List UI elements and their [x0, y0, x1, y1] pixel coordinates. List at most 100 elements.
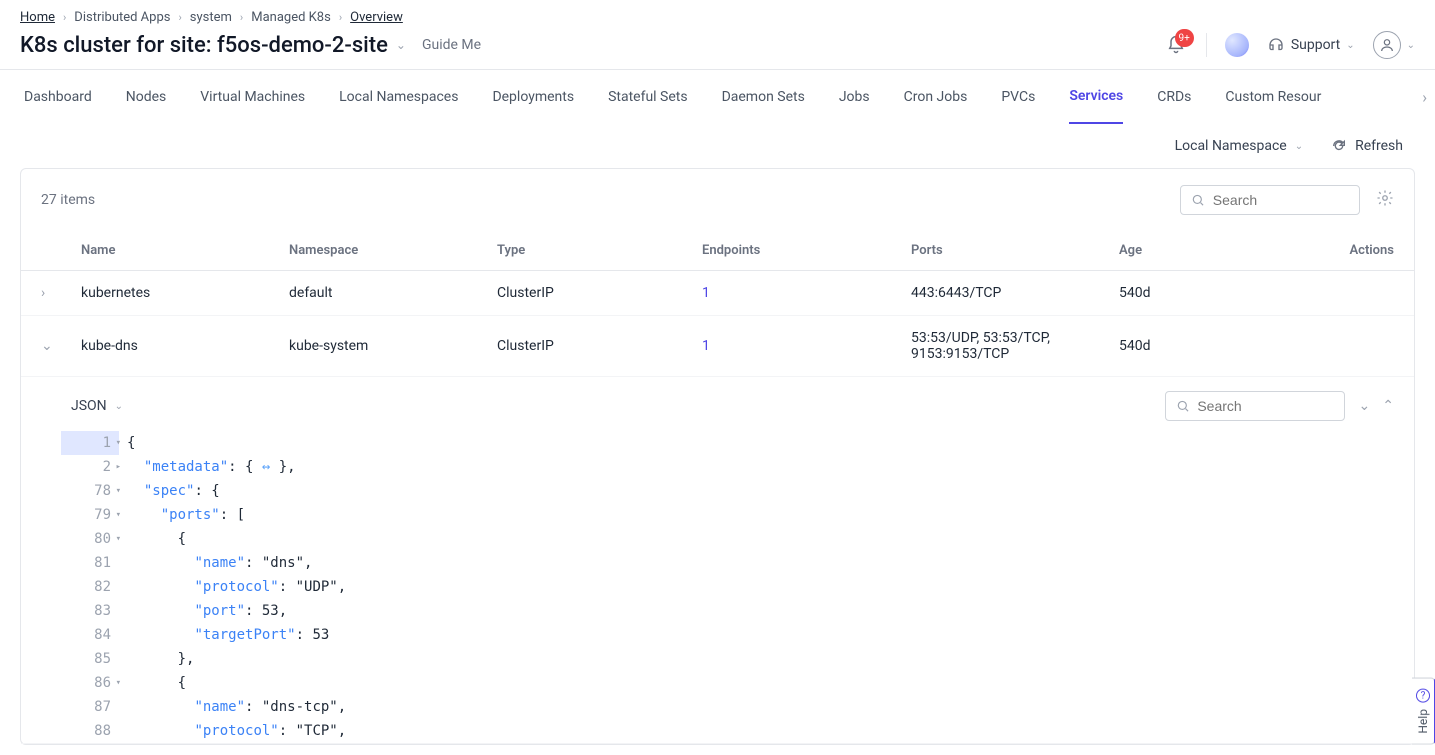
refresh-button[interactable]: Refresh	[1331, 138, 1403, 154]
fold-toggle[interactable]: ▾	[116, 503, 121, 527]
breadcrumb-item: system	[190, 10, 232, 25]
notifications-button[interactable]: 9+	[1164, 33, 1188, 57]
user-icon	[1379, 37, 1395, 53]
table-header: Name Namespace Type Endpoints Ports Age …	[21, 231, 1414, 271]
line-number: 81	[61, 551, 119, 575]
line-number: 2▸	[61, 455, 119, 479]
namespace-selector[interactable]: Local Namespace ⌄	[1175, 138, 1304, 154]
breadcrumb-item: Distributed Apps	[74, 10, 170, 25]
code-line: {	[119, 671, 186, 695]
help-label: Help	[1416, 709, 1430, 734]
code-line: "port": 53,	[119, 599, 287, 623]
guide-me-link[interactable]: Guide Me	[422, 37, 481, 53]
support-menu[interactable]: Support ⌄	[1267, 36, 1355, 54]
tab-dashboard[interactable]: Dashboard	[24, 71, 92, 123]
format-label: JSON	[71, 398, 107, 414]
notification-badge: 9+	[1175, 29, 1194, 47]
refresh-icon	[1331, 138, 1347, 154]
code-line: "name": "dns-tcp",	[119, 695, 346, 719]
tab-cron-jobs[interactable]: Cron Jobs	[904, 71, 968, 123]
tab-daemon-sets[interactable]: Daemon Sets	[722, 71, 805, 123]
search-input[interactable]	[1213, 192, 1349, 208]
services-panel: 27 items Name Namespace Type Endpoints P…	[20, 168, 1415, 745]
code-line: "protocol": "TCP",	[119, 719, 346, 743]
cell-age: 540d	[1119, 285, 1314, 301]
fold-toggle[interactable]: ▾	[116, 431, 121, 455]
tab-deployments[interactable]: Deployments	[492, 71, 574, 123]
code-line: "metadata": { ↔ },	[119, 455, 296, 479]
col-ports[interactable]: Ports	[911, 243, 1119, 258]
code-line: {	[119, 527, 186, 551]
breadcrumb-item[interactable]: Home	[20, 10, 55, 25]
detail-search-input[interactable]	[1197, 398, 1333, 414]
code-line: {	[119, 431, 135, 455]
fold-toggle[interactable]: ▾	[116, 671, 121, 695]
page-title[interactable]: K8s cluster for site: f5os-demo-2-site ⌄	[20, 33, 406, 58]
fold-toggle[interactable]: ▸	[116, 455, 121, 479]
cell-age: 540d	[1119, 338, 1314, 354]
refresh-label: Refresh	[1355, 138, 1403, 154]
col-name[interactable]: Name	[81, 243, 289, 258]
col-actions: Actions	[1314, 243, 1394, 258]
avatar	[1373, 31, 1401, 59]
tab-stateful-sets[interactable]: Stateful Sets	[608, 71, 688, 123]
code-line: },	[119, 647, 194, 671]
tab-crds[interactable]: CRDs	[1157, 71, 1191, 123]
chevron-down-icon: ⌄	[115, 401, 123, 412]
user-menu[interactable]: ⌄	[1373, 31, 1415, 59]
table-row: ›kubernetesdefaultClusterIP1443:6443/TCP…	[21, 271, 1414, 316]
endpoints-link[interactable]: 1	[702, 338, 710, 354]
fold-toggle[interactable]: ▾	[116, 479, 121, 503]
detail-search[interactable]	[1165, 391, 1345, 421]
line-number: 78▾	[61, 479, 119, 503]
endpoints-link[interactable]: 1	[702, 285, 710, 301]
breadcrumb: Home›Distributed Apps›system›Managed K8s…	[20, 10, 1415, 25]
tabs: Dashboard Nodes Virtual Machines Local Name…	[0, 69, 1435, 124]
tab-custom-resour[interactable]: Custom Resour	[1225, 71, 1321, 123]
table-settings-button[interactable]	[1376, 189, 1394, 211]
format-selector[interactable]: JSON ⌄	[61, 398, 123, 414]
detail-prev[interactable]: ⌄	[1359, 398, 1371, 414]
cell-namespace: default	[289, 285, 497, 301]
row-detail: JSON⌄⌄⌃1▾{2▸ "metadata": { ↔ },78▾ "spec…	[21, 377, 1414, 744]
cell-endpoints: 1	[702, 338, 911, 354]
chevron-down-icon: ⌄	[1295, 141, 1303, 152]
code-line: "ports": [	[119, 503, 245, 527]
tab-nodes[interactable]: Nodes	[126, 71, 167, 123]
row-expand-toggle[interactable]: ›	[41, 285, 81, 301]
col-endpoints[interactable]: Endpoints	[702, 243, 911, 258]
cell-name: kubernetes	[81, 285, 289, 301]
chevron-right-icon: ›	[178, 11, 181, 24]
col-age[interactable]: Age	[1119, 243, 1314, 258]
line-number: 79▾	[61, 503, 119, 527]
breadcrumb-item: Managed K8s	[251, 10, 331, 25]
cell-endpoints: 1	[702, 285, 911, 301]
tabs-scroll-right[interactable]: ›	[1422, 88, 1427, 107]
code-line: "protocol": "UDP",	[119, 575, 346, 599]
tab-pvcs[interactable]: PVCs	[1001, 71, 1035, 123]
line-number: 83	[61, 599, 119, 623]
help-tab[interactable]: Help ?	[1412, 678, 1435, 745]
chevron-right-icon: ›	[240, 11, 243, 24]
tab-services[interactable]: Services	[1069, 70, 1123, 124]
tab-virtual-machines[interactable]: Virtual Machines	[200, 71, 305, 123]
fold-toggle[interactable]: ▾	[116, 527, 121, 551]
support-label: Support	[1291, 37, 1340, 53]
tab-jobs[interactable]: Jobs	[839, 71, 870, 123]
breadcrumb-item[interactable]: Overview	[350, 10, 403, 25]
row-expand-toggle[interactable]: ⌄	[41, 338, 81, 354]
col-type[interactable]: Type	[497, 243, 702, 258]
cell-type: ClusterIP	[497, 338, 702, 354]
table-search[interactable]	[1180, 185, 1360, 215]
cell-type: ClusterIP	[497, 285, 702, 301]
line-number: 85	[61, 647, 119, 671]
code-line: "spec": {	[119, 479, 220, 503]
line-number: 86▾	[61, 671, 119, 695]
code-line: "name": "dns",	[119, 551, 312, 575]
json-viewer[interactable]: 1▾{2▸ "metadata": { ↔ },78▾ "spec": {79▾…	[61, 431, 1394, 743]
col-namespace[interactable]: Namespace	[289, 243, 497, 258]
tab-local-namespaces[interactable]: Local Namespaces	[339, 71, 458, 123]
tenant-switcher[interactable]	[1225, 33, 1249, 57]
cell-namespace: kube-system	[289, 338, 497, 354]
detail-next[interactable]: ⌃	[1382, 398, 1394, 414]
